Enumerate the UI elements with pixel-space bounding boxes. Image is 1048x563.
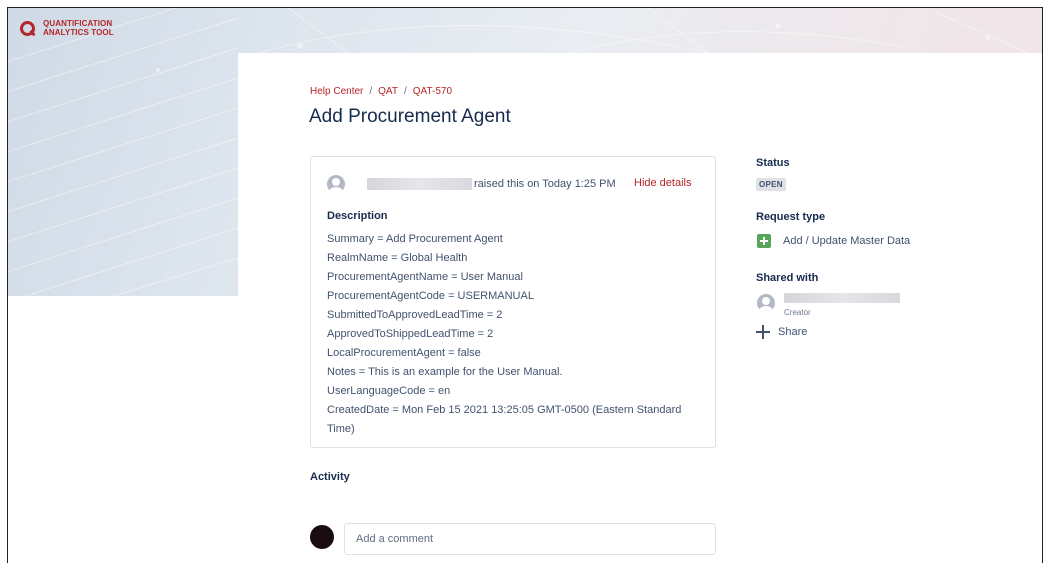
- logo-line-1: QUANTIFICATION: [43, 19, 113, 28]
- breadcrumb-separator: /: [403, 86, 407, 97]
- status-badge: OPEN: [756, 178, 786, 191]
- activity-heading: Activity: [310, 471, 350, 483]
- shared-with-label: Shared with: [756, 272, 819, 284]
- description-line: CreatedDate = Mon Feb 15 2021 13:25:05 G…: [327, 404, 682, 416]
- logo-line-2: ANALYTICS TOOL: [43, 28, 114, 37]
- breadcrumb-qat[interactable]: QAT: [378, 86, 398, 97]
- status-label: Status: [756, 157, 790, 169]
- request-type-value: Add / Update Master Data: [783, 235, 911, 247]
- breadcrumb-separator: /: [369, 86, 373, 97]
- breadcrumb-issue-key[interactable]: QAT-570: [413, 86, 452, 97]
- description-line: Summary = Add Procurement Agent: [327, 233, 503, 245]
- page-title: Add Procurement Agent: [309, 106, 511, 127]
- current-user-avatar: [310, 525, 334, 549]
- redacted-creator-name: [784, 293, 900, 303]
- magnifier-logo-icon: [20, 20, 35, 36]
- description-line: ProcurementAgentName = User Manual: [327, 271, 523, 283]
- request-details-card: raised this on Today 1:25 PM Hide detail…: [310, 156, 716, 448]
- description-line: Time): [327, 423, 355, 435]
- breadcrumb-help-center[interactable]: Help Center: [310, 86, 363, 97]
- plus-icon: [756, 325, 770, 339]
- description-line: SubmittedToApprovedLeadTime = 2: [327, 309, 503, 321]
- request-type-label: Request type: [756, 211, 826, 223]
- description-line: ApprovedToShippedLeadTime = 2: [327, 328, 494, 340]
- creator-role: Creator: [784, 308, 811, 317]
- share-button[interactable]: Share: [756, 325, 807, 339]
- logo-text: QUANTIFICATION ANALYTICS TOOL: [43, 19, 114, 37]
- description-line: UserLanguageCode = en: [327, 385, 451, 397]
- description-line: LocalProcurementAgent = false: [327, 347, 481, 359]
- qat-logo[interactable]: QUANTIFICATION ANALYTICS TOOL: [20, 19, 114, 37]
- request-panel: Help Center / QAT / QAT-570 Add Procurem…: [238, 53, 1042, 563]
- creator-avatar-icon: [757, 294, 775, 312]
- description-line: Notes = This is an example for the User …: [327, 366, 563, 378]
- app-frame: QUANTIFICATION ANALYTICS TOOL Help Cente…: [7, 7, 1043, 563]
- description-line: RealmName = Global Health: [327, 252, 468, 264]
- plus-square-icon: [757, 234, 771, 248]
- share-label: Share: [778, 326, 808, 338]
- description-line: ProcurementAgentCode = USERMANUAL: [327, 290, 534, 302]
- description-heading: Description: [327, 210, 388, 222]
- breadcrumb: Help Center / QAT / QAT-570: [310, 86, 452, 97]
- comment-input[interactable]: [344, 523, 716, 555]
- description-lines: Summary = Add Procurement Agent RealmName…: [327, 230, 707, 439]
